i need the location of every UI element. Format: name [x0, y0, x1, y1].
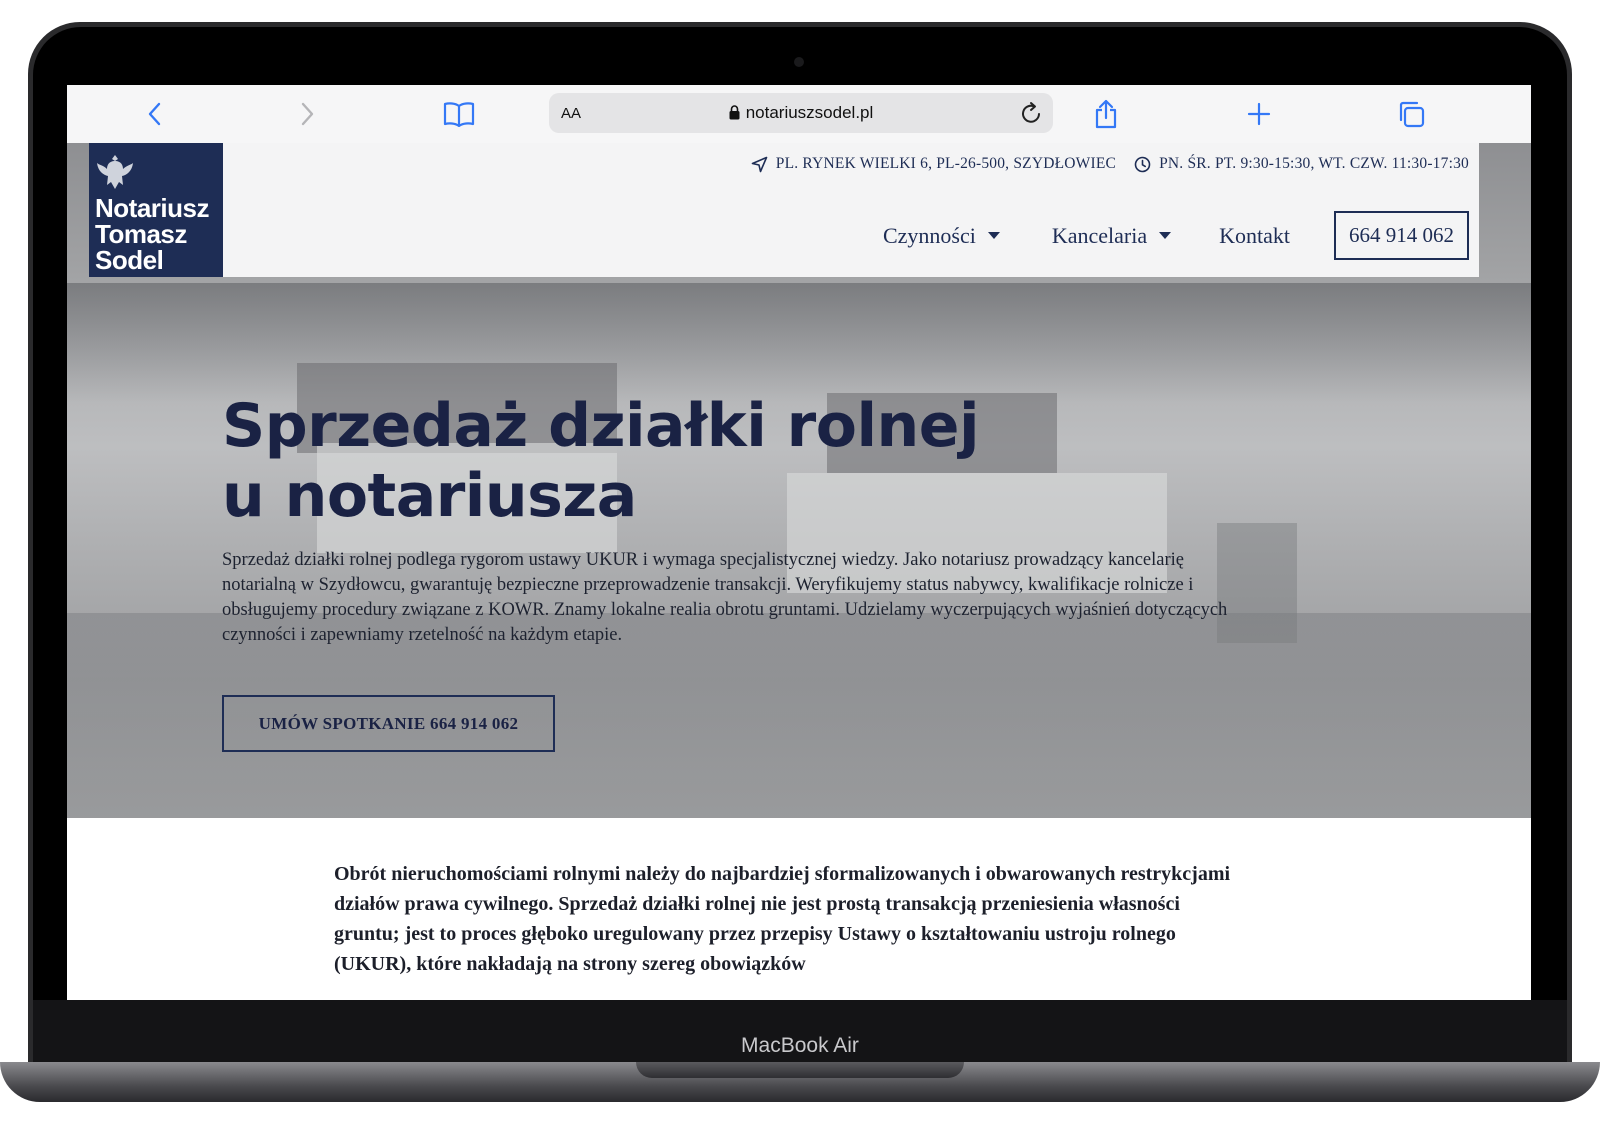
camera-icon: [794, 57, 804, 67]
nav-item-czynnosci[interactable]: Czynności: [883, 223, 1000, 249]
tabs-overview-button[interactable]: [1389, 97, 1433, 131]
site-logo[interactable]: Notariusz Tomasz Sodel: [89, 143, 223, 277]
hours-info: PN. ŚR. PT. 9:30-15:30, WT. CZW. 11:30-1…: [1134, 155, 1469, 173]
nav-item-label: Kontakt: [1219, 222, 1290, 248]
address-info: PL. RYNEK WIELKI 6, PL-26-500, SZYDŁOWIE…: [751, 155, 1116, 173]
location-arrow-icon: [751, 156, 768, 172]
logo-line: Sodel: [95, 245, 164, 275]
caret-down-icon: [987, 231, 1000, 239]
clock-icon: [1134, 156, 1151, 172]
phone-button[interactable]: 664 914 062: [1334, 211, 1469, 260]
nav-item-label: Kancelaria: [1051, 222, 1148, 248]
hours-text: PN. ŚR. PT. 9:30-15:30, WT. CZW. 11:30-1…: [1159, 155, 1469, 172]
share-icon: [1095, 99, 1117, 129]
site-header: Notariusz Tomasz Sodel PL. RYNEK WIELKI …: [89, 143, 1479, 277]
laptop-hinge-notch: [636, 1062, 964, 1078]
logo-text: Notariusz Tomasz Sodel: [95, 195, 209, 273]
web-page: Sprzedaż działki rolnej u notariusza Spr…: [67, 143, 1531, 1000]
contact-info-bar: PL. RYNEK WIELKI 6, PL-26-500, SZYDŁOWIE…: [733, 155, 1469, 173]
address-bar[interactable]: AA notariuszsodel.pl: [549, 93, 1053, 133]
book-appointment-button[interactable]: UMÓW SPOTKANIE 664 914 062: [222, 695, 555, 752]
main-nav: Czynności Kancelaria Kontakt 664 914 062: [831, 211, 1469, 260]
device-brand-label: MacBook Air: [741, 1034, 859, 1057]
intro-paragraph: Obrót nieruchomościami rolnymi należy do…: [334, 863, 1231, 975]
nav-item-kontakt[interactable]: Kontakt: [1219, 223, 1290, 249]
caret-down-icon: [1159, 231, 1172, 239]
share-button[interactable]: [1084, 97, 1128, 131]
screen: AA notariuszsodel.pl Sprzedaż działki ro…: [67, 85, 1531, 1000]
hero-title-line: Sprzedaż działki rolnej: [222, 391, 980, 461]
browser-toolbar: AA notariuszsodel.pl: [67, 85, 1531, 144]
forward-button[interactable]: [285, 97, 329, 131]
chevron-right-icon: [301, 102, 314, 126]
new-tab-button[interactable]: [1237, 97, 1281, 131]
plus-icon: [1247, 102, 1271, 126]
lock-icon: [729, 105, 740, 120]
eagle-emblem-icon: [97, 155, 133, 189]
logo-line: Tomasz: [95, 219, 187, 249]
nav-item-kancelaria[interactable]: Kancelaria: [1051, 222, 1172, 249]
book-icon: [443, 102, 475, 127]
nav-item-label: Czynności: [882, 222, 976, 248]
logo-line: Notariusz: [95, 193, 209, 223]
chevron-left-icon: [148, 102, 161, 126]
url-text: notariuszsodel.pl: [745, 103, 874, 122]
tabs-icon: [1399, 101, 1425, 128]
reload-icon[interactable]: [1021, 101, 1043, 125]
bookmarks-button[interactable]: [437, 97, 481, 131]
hero-title: Sprzedaż działki rolnej u notariusza: [222, 391, 980, 531]
back-button[interactable]: [133, 97, 177, 131]
hero-title-line: u notariusza: [222, 461, 637, 531]
address-text: PL. RYNEK WIELKI 6, PL-26-500, SZYDŁOWIE…: [775, 155, 1117, 172]
hero-background-hill: [67, 283, 1531, 403]
hero-description: Sprzedaż działki rolnej podlega rygorom …: [222, 550, 1228, 645]
